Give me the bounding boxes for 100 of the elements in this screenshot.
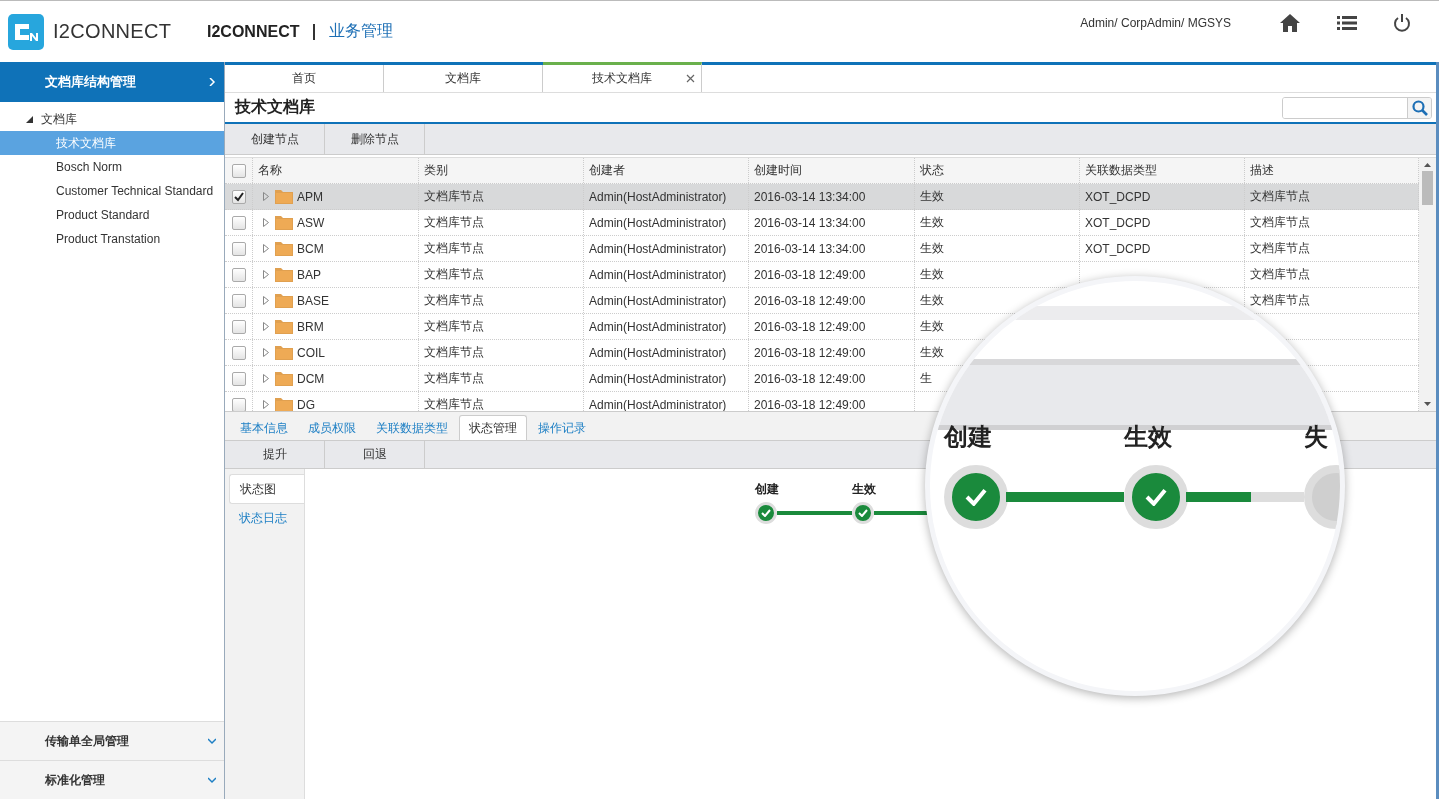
table-cell: 文档库节点 <box>424 370 484 387</box>
checkbox[interactable] <box>231 189 246 204</box>
toolbar-button[interactable]: 创建节点 <box>225 124 325 154</box>
tree-item[interactable]: Customer Technical Standard <box>0 179 224 203</box>
table-cell: 生效 <box>920 292 944 309</box>
column-header[interactable]: 类别 <box>424 162 448 179</box>
home-icon[interactable] <box>1279 12 1301 33</box>
search-button[interactable] <box>1407 97 1431 118</box>
search-box[interactable] <box>1282 96 1432 119</box>
table-cell: 文档库节点 <box>424 396 484 413</box>
table-cell: 文档库节点 <box>1250 266 1310 283</box>
table-cell: Admin(HostAdministrator) <box>589 371 727 386</box>
expander-icon[interactable] <box>26 115 33 123</box>
stage-label: 创建 <box>944 422 993 452</box>
table-cell: XOT_DCPD <box>1085 215 1151 230</box>
table-cell: 文档库节点 <box>424 188 484 205</box>
table-cell: Admin(HostAdministrator) <box>589 397 727 412</box>
folder-icon <box>275 345 293 360</box>
checkbox[interactable] <box>231 397 246 412</box>
column-header[interactable]: 创建者 <box>589 162 625 179</box>
table-cell: 文档库节点 <box>424 344 484 361</box>
column-header[interactable]: 关联数据类型 <box>1085 162 1157 179</box>
check-icon <box>964 488 988 506</box>
column-header[interactable]: 名称 <box>258 162 282 179</box>
tab[interactable]: 成员权限 <box>299 416 365 440</box>
checkbox[interactable] <box>231 319 246 334</box>
user-path: Admin/ CorpAdmin/ MGSYS <box>1080 15 1231 30</box>
table-cell: XOT_DCPD <box>1085 241 1151 256</box>
sidebar-section[interactable]: 标准化管理 <box>0 760 224 799</box>
chevron-icon[interactable] <box>208 737 216 745</box>
check-icon <box>1144 488 1168 506</box>
folder-icon <box>275 319 293 334</box>
table-cell: 文档库节点 <box>1250 214 1310 231</box>
scrollbar[interactable] <box>1419 158 1436 411</box>
table-row[interactable]: ASW 文档库节点 Admin(HostAdministrator) 2016-03-14 13:34:00 生效 XOT_DCPD 文档库节点 <box>225 210 1419 236</box>
table-cell: 文档库节点 <box>424 214 484 231</box>
tree-item[interactable]: Bosch Norm <box>0 155 224 179</box>
stage-label: 生效 <box>852 481 876 498</box>
tab[interactable]: 关联数据类型 <box>367 416 457 440</box>
checkbox[interactable] <box>231 163 246 178</box>
tab[interactable]: 基本信息 <box>231 416 297 440</box>
tab[interactable]: 状态图 <box>229 474 304 504</box>
page-title: 技术文档库 <box>235 97 315 117</box>
checkbox[interactable] <box>231 241 246 256</box>
table-cell: 2016-03-14 13:34:00 <box>754 241 866 256</box>
table-cell: Admin(HostAdministrator) <box>589 189 727 204</box>
close-icon[interactable] <box>686 74 695 83</box>
table-cell: 2016-03-18 12:49:00 <box>754 293 866 308</box>
tree-item[interactable]: Product Transtation <box>0 227 224 251</box>
checkbox[interactable] <box>231 371 246 386</box>
tab[interactable]: 操作记录 <box>529 416 595 440</box>
table-cell: COIL <box>297 345 325 360</box>
table-cell: Admin(HostAdministrator) <box>589 215 727 230</box>
checkbox[interactable] <box>231 293 246 308</box>
brand-name: I2CONNECT <box>53 20 172 43</box>
table-row[interactable]: APM 文档库节点 Admin(HostAdministrator) 2016-03-14 13:34:00 生效 XOT_DCPD 文档库节点 <box>225 184 1419 210</box>
table-cell: ASW <box>297 215 325 230</box>
stage-label: 失 <box>1304 422 1329 452</box>
chevron-icon[interactable] <box>208 776 216 784</box>
table-cell: 文档库节点 <box>424 266 484 283</box>
column-header[interactable]: 状态 <box>920 162 944 179</box>
table-cell: 生效 <box>920 188 944 205</box>
menu-icon[interactable] <box>1337 14 1357 31</box>
sidebar-section[interactable]: 文档库结构管理 <box>0 62 224 102</box>
toolbar-button[interactable]: 删除节点 <box>325 124 425 154</box>
table-cell: 2016-03-14 13:34:00 <box>754 189 866 204</box>
checkbox[interactable] <box>231 267 246 282</box>
scroll-thumb[interactable] <box>1422 171 1433 205</box>
folder-icon <box>275 189 293 204</box>
toolbar-button[interactable]: 回退 <box>325 441 425 468</box>
scroll-down-icon[interactable] <box>1424 402 1431 407</box>
checkbox[interactable] <box>231 215 246 230</box>
table-cell: 文档库节点 <box>424 292 484 309</box>
tree-item[interactable]: 文档库 <box>0 107 224 131</box>
table-cell: Admin(HostAdministrator) <box>589 241 727 256</box>
tab[interactable]: 状态日志 <box>229 504 304 532</box>
checkbox[interactable] <box>231 345 246 360</box>
table-cell: 生效 <box>920 214 944 231</box>
table-cell: BCM <box>297 241 324 256</box>
module-title[interactable]: 业务管理 <box>329 21 394 42</box>
table-cell: Admin(HostAdministrator) <box>589 267 727 282</box>
power-icon[interactable] <box>1393 12 1411 33</box>
table-cell: Admin(HostAdministrator) <box>589 293 727 308</box>
table-row[interactable]: BCM 文档库节点 Admin(HostAdministrator) 2016-03-14 13:34:00 生效 XOT_DCPD 文档库节点 <box>225 236 1419 262</box>
logo-icon <box>8 13 44 50</box>
tree-item[interactable]: Product Standard <box>0 203 224 227</box>
table-cell: 2016-03-18 12:49:00 <box>754 371 866 386</box>
toolbar-button[interactable]: 提升 <box>225 441 325 468</box>
tab[interactable]: 技术文档库 <box>543 62 702 92</box>
column-header[interactable]: 创建时间 <box>754 162 802 179</box>
folder-icon <box>275 241 293 256</box>
column-header[interactable]: 描述 <box>1250 162 1274 179</box>
tab[interactable]: 状态管理 <box>459 415 527 440</box>
check-icon <box>761 509 771 517</box>
table-cell: 2016-03-18 12:49:00 <box>754 345 866 360</box>
sidebar-section[interactable]: 传输单全局管理 <box>0 721 224 760</box>
table-cell: 文档库节点 <box>424 240 484 257</box>
table-cell: Admin(HostAdministrator) <box>589 345 727 360</box>
table-cell: 2016-03-18 12:49:00 <box>754 397 866 412</box>
scroll-up-icon[interactable] <box>1424 162 1431 167</box>
